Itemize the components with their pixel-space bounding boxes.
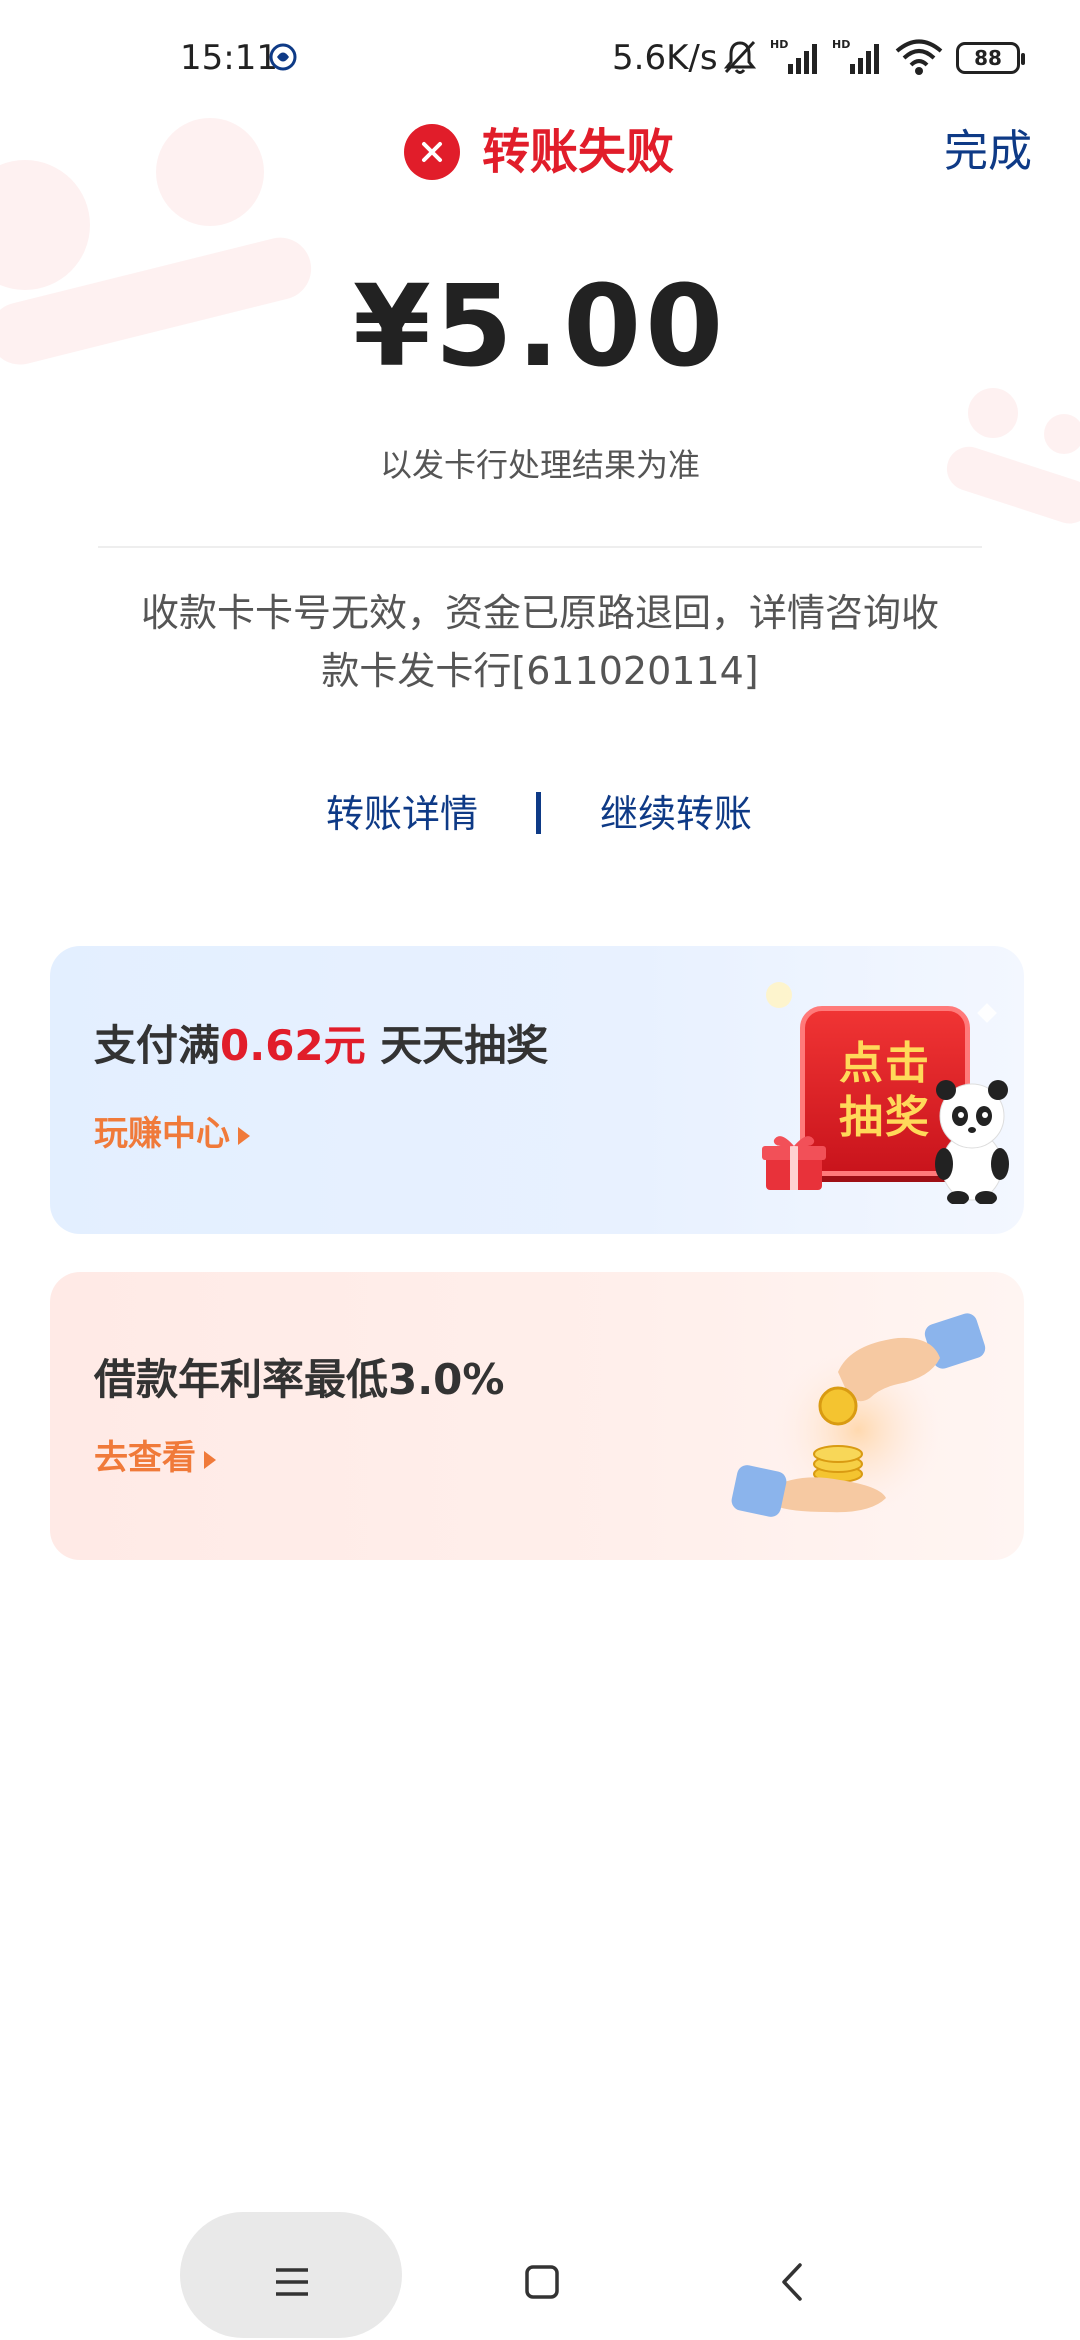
signal-hd-icon: HD xyxy=(832,38,879,74)
svg-text:HD: HD xyxy=(770,38,788,51)
fail-reason: 收款卡卡号无效，资金已原路退回，详情咨询收款卡发卡行[611020114] xyxy=(140,591,939,693)
panda-mascot-icon xyxy=(935,1080,1009,1204)
lottery-promo-card[interactable]: 支付满0.62元 天天抽奖 玩赚中心 点击 抽奖 xyxy=(50,946,1024,1234)
lottery-title-suffix: 天天抽奖 xyxy=(365,1021,549,1070)
transfer-amount: ¥5.00 xyxy=(352,262,728,392)
home-button[interactable] xyxy=(506,2250,578,2314)
sparkle-icon xyxy=(977,1003,997,1023)
gift-box-icon xyxy=(762,1136,826,1190)
status-time: 15:11 xyxy=(180,38,278,78)
triangle-right-icon xyxy=(238,1126,250,1145)
link-separator xyxy=(536,792,541,834)
menu-icon xyxy=(276,2268,308,2296)
signal-hd-icon: HD xyxy=(770,38,817,74)
action-links: 转账详情 继续转账 xyxy=(0,786,1080,842)
lottery-promo-title: 支付满0.62元 天天抽奖 xyxy=(94,1012,548,1073)
lottery-title-prefix: 支付满 xyxy=(94,1021,221,1070)
loan-promo-link[interactable]: 去查看 xyxy=(94,1430,216,1479)
divider xyxy=(98,546,982,548)
status-bar: 15:11 5.6K/s HD HD 88 xyxy=(0,0,1080,120)
network-speed: 5.6K/s xyxy=(612,38,718,78)
result-header: 转账失败 完成 xyxy=(0,120,1080,190)
sparkle-icon xyxy=(766,982,792,1008)
lottery-illustration: 点击 抽奖 xyxy=(710,966,1010,1216)
svg-text:HD: HD xyxy=(832,38,850,51)
battery-icon: 88 xyxy=(956,42,1025,74)
menu-button[interactable] xyxy=(256,2252,328,2312)
transfer-details-link[interactable]: 转账详情 xyxy=(326,786,478,842)
wifi-icon xyxy=(895,39,943,75)
loan-link-label: 去查看 xyxy=(94,1438,196,1478)
mute-bell-icon xyxy=(723,40,757,74)
loan-promo-title: 借款年利率最低3.0% xyxy=(94,1355,505,1404)
home-square-icon xyxy=(525,2265,559,2299)
app-notification-icon xyxy=(269,43,297,71)
back-chevron-icon xyxy=(782,2263,802,2301)
triangle-right-icon xyxy=(204,1450,216,1469)
battery-level: 88 xyxy=(974,46,1002,70)
back-button[interactable] xyxy=(756,2250,828,2314)
done-button[interactable]: 完成 xyxy=(944,120,1032,184)
lottery-button-line1: 点击 xyxy=(839,1038,931,1089)
coin-hands-illustration xyxy=(731,1313,986,1517)
lottery-title-highlight: 0.62元 xyxy=(220,1021,366,1070)
lottery-promo-link[interactable]: 玩赚中心 xyxy=(94,1106,250,1155)
lottery-link-label: 玩赚中心 xyxy=(94,1114,230,1154)
close-circle-icon xyxy=(404,124,460,180)
amount-note: 以发卡行处理结果为准 xyxy=(379,446,700,484)
bg-decoration-circle xyxy=(968,388,1018,438)
page-title: 转账失败 xyxy=(482,124,675,180)
lottery-button-line2: 抽奖 xyxy=(839,1092,931,1143)
loan-promo-card[interactable]: 借款年利率最低3.0% 去查看 xyxy=(50,1272,1024,1560)
system-nav-bar xyxy=(0,2200,1080,2340)
continue-transfer-link[interactable]: 继续转账 xyxy=(600,786,752,842)
